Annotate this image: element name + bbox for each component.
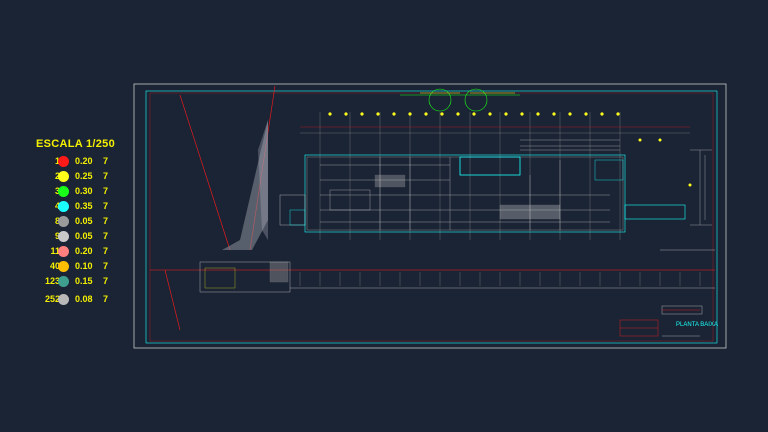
sheet-label: PLANTA BAIXA xyxy=(676,322,718,328)
hatched-area xyxy=(222,120,268,250)
parking-stripes xyxy=(299,272,701,286)
sheet-frame xyxy=(133,83,727,349)
right-dimension-lines xyxy=(638,138,712,226)
building-outline xyxy=(304,154,686,233)
floor-plan-drawing[interactable]: PLANTA BAIXA xyxy=(0,0,768,432)
site-boundary-lines xyxy=(150,85,715,331)
top-dimension-markers xyxy=(328,112,620,116)
grid-axes xyxy=(300,112,690,240)
top-green-elements xyxy=(400,88,520,112)
title-block xyxy=(619,305,703,337)
